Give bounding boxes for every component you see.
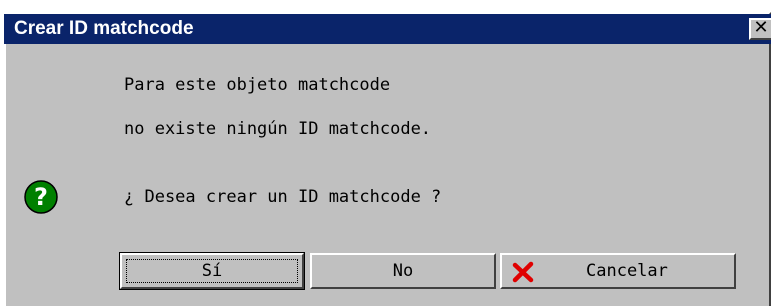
- close-button[interactable]: ✕: [749, 18, 771, 40]
- title-bar[interactable]: Crear ID matchcode ✕: [4, 14, 771, 44]
- focus-rectangle: [126, 259, 298, 283]
- message-line-2: no existe ningún ID matchcode.: [124, 119, 432, 139]
- question-text: ¿ Desea crear un ID matchcode ?: [124, 187, 442, 207]
- svg-text:?: ?: [34, 183, 48, 211]
- cancel-button-label: Cancelar: [586, 261, 668, 281]
- yes-button[interactable]: Sí: [119, 252, 305, 290]
- window-title: Crear ID matchcode: [14, 18, 194, 39]
- close-icon: ✕: [753, 17, 769, 38]
- red-x-icon: [512, 261, 534, 283]
- no-button[interactable]: No: [310, 253, 496, 289]
- no-button-label: No: [392, 261, 414, 281]
- message-line-1: Para este objeto matchcode: [124, 75, 391, 95]
- question-icon: ?: [24, 180, 58, 214]
- cancel-button[interactable]: Cancelar: [500, 253, 736, 289]
